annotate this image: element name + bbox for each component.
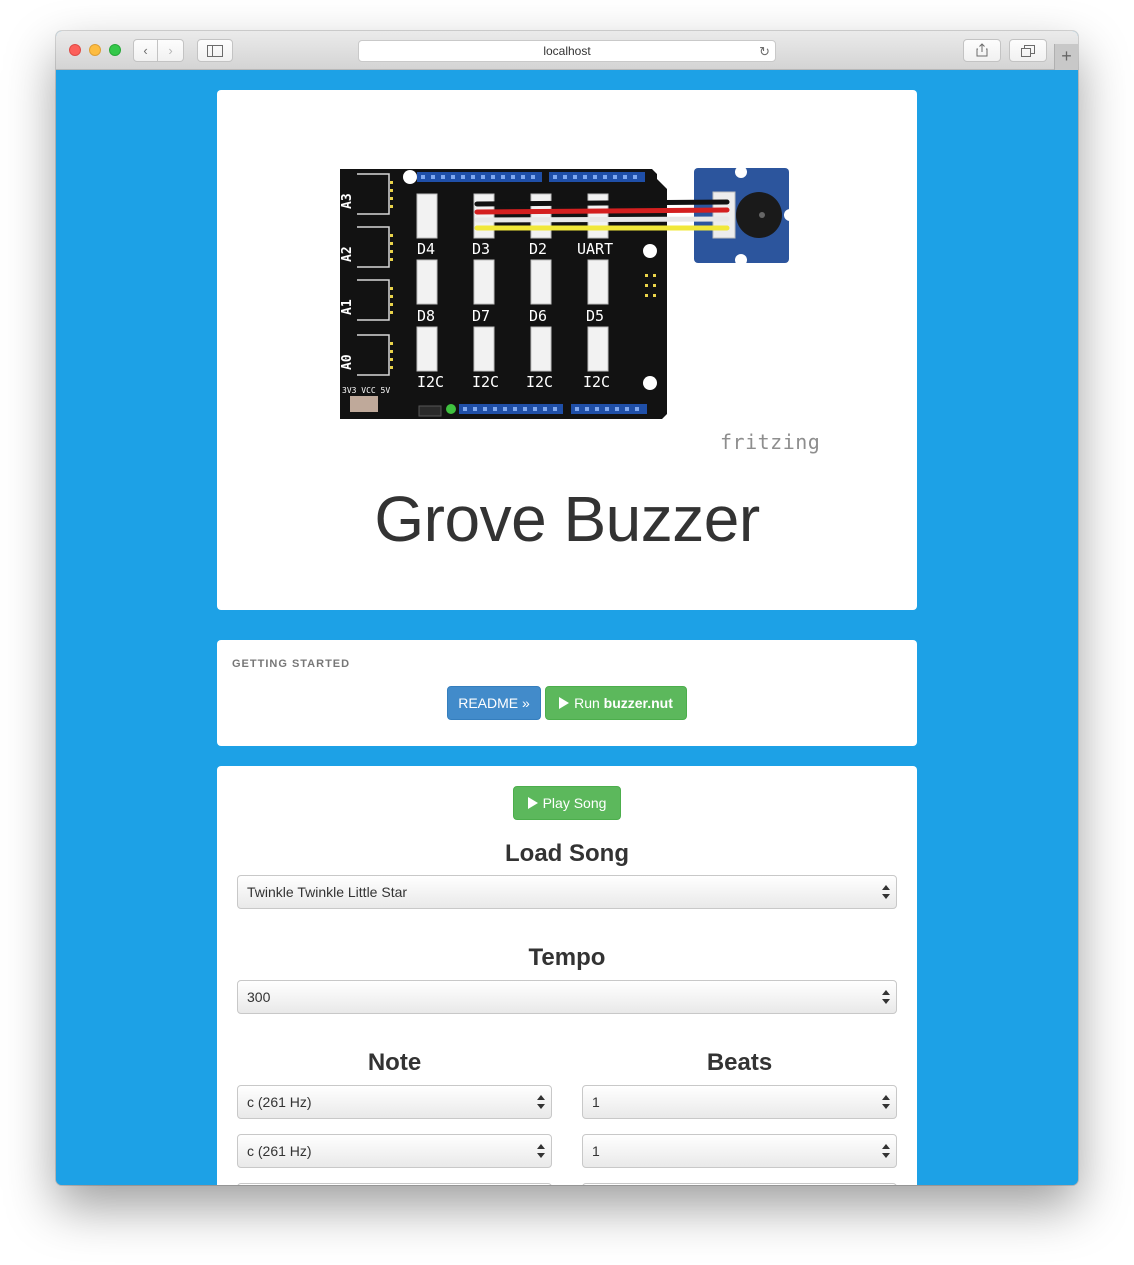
song-controls-card: Play Song Load Song Twinkle Twinkle Litt… bbox=[217, 766, 917, 1185]
beats-title: Beats bbox=[706, 1049, 773, 1076]
getting-started-card: GETTING STARTED README » Run buzzer.nut bbox=[217, 640, 917, 746]
note-select-value: c (261 Hz) bbox=[247, 1143, 312, 1159]
port-label-i2c-1: I2C bbox=[417, 373, 444, 391]
readme-button[interactable]: README » bbox=[447, 686, 541, 720]
note-select-2[interactable]: c (261 Hz) bbox=[237, 1134, 552, 1168]
song-select[interactable]: Twinkle Twinkle Little Star bbox=[237, 875, 897, 909]
port-label-d4: D4 bbox=[417, 240, 435, 258]
play-song-button[interactable]: Play Song bbox=[513, 786, 621, 820]
port-label-d5: D5 bbox=[586, 307, 604, 325]
zoom-window-button[interactable] bbox=[109, 44, 121, 56]
beats-select-value: 1 bbox=[592, 1143, 600, 1159]
run-script-button[interactable]: Run buzzer.nut bbox=[545, 686, 687, 720]
analog-label-a0: A0 bbox=[340, 354, 355, 370]
beats-select-2[interactable]: 1 bbox=[582, 1134, 897, 1168]
play-icon bbox=[559, 697, 570, 709]
browser-window: ‹ › localhost ↻ + A3 A2 A1 A0 3V3 VCC 5V… bbox=[56, 31, 1078, 1185]
run-label: Run bbox=[574, 695, 600, 711]
play-icon bbox=[527, 797, 538, 809]
analog-label-a3: A3 bbox=[340, 193, 355, 209]
note-select-value: c (261 Hz) bbox=[247, 1094, 312, 1110]
reload-icon[interactable]: ↻ bbox=[759, 41, 770, 62]
port-label-d3: D3 bbox=[472, 240, 490, 258]
beats-select-value: 1 bbox=[592, 1094, 600, 1110]
port-label-d2: D2 bbox=[529, 240, 547, 258]
port-label-i2c-4: I2C bbox=[583, 373, 610, 391]
fritzing-watermark: fritzing bbox=[720, 430, 821, 454]
select-arrows-icon bbox=[882, 1095, 890, 1111]
tabs-overview-icon[interactable] bbox=[1009, 39, 1047, 62]
hero-card: A3 A2 A1 A0 3V3 VCC 5V D4 D3 D2 UART D8 … bbox=[217, 90, 917, 610]
analog-label-a2: A2 bbox=[340, 246, 355, 262]
page-content: A3 A2 A1 A0 3V3 VCC 5V D4 D3 D2 UART D8 … bbox=[56, 71, 1078, 1185]
port-label-i2c-3: I2C bbox=[526, 373, 553, 391]
page-title: Grove Buzzer bbox=[374, 483, 760, 555]
power-label: 3V3 VCC 5V bbox=[342, 386, 390, 395]
title-bar: ‹ › localhost ↻ + bbox=[56, 31, 1078, 70]
grove-board-diagram: A3 A2 A1 A0 3V3 VCC 5V D4 D3 D2 UART D8 … bbox=[340, 166, 796, 419]
port-label-d8: D8 bbox=[417, 307, 435, 325]
getting-started-heading: GETTING STARTED bbox=[232, 658, 351, 670]
port-label-d6: D6 bbox=[529, 307, 547, 325]
beats-select-1[interactable]: 1 bbox=[582, 1085, 897, 1119]
address-bar[interactable]: localhost ↻ bbox=[358, 40, 776, 62]
tempo-title: Tempo bbox=[528, 944, 606, 971]
beats-select-3[interactable] bbox=[582, 1183, 897, 1185]
url-text: localhost bbox=[543, 44, 591, 58]
new-tab-button[interactable]: + bbox=[1054, 44, 1078, 70]
run-file-name: buzzer.nut bbox=[603, 695, 673, 711]
note-title: Note bbox=[367, 1049, 422, 1076]
load-song-title: Load Song bbox=[505, 840, 629, 867]
note-select-1[interactable]: c (261 Hz) bbox=[237, 1085, 552, 1119]
tempo-select[interactable]: 300 bbox=[237, 980, 897, 1014]
minimize-window-button[interactable] bbox=[89, 44, 101, 56]
select-arrows-icon bbox=[882, 885, 890, 901]
close-window-button[interactable] bbox=[69, 44, 81, 56]
forward-icon[interactable]: › bbox=[158, 39, 184, 62]
analog-label-a1: A1 bbox=[340, 299, 355, 315]
share-icon[interactable] bbox=[963, 39, 1001, 62]
port-label-uart: UART bbox=[577, 240, 613, 258]
port-label-i2c-2: I2C bbox=[472, 373, 499, 391]
select-arrows-icon bbox=[882, 990, 890, 1006]
note-select-3[interactable] bbox=[237, 1183, 552, 1185]
play-song-label: Play Song bbox=[542, 795, 607, 811]
select-arrows-icon bbox=[537, 1144, 545, 1160]
tempo-select-value: 300 bbox=[247, 989, 271, 1005]
back-icon[interactable]: ‹ bbox=[133, 39, 158, 62]
port-label-d7: D7 bbox=[472, 307, 490, 325]
select-arrows-icon bbox=[537, 1095, 545, 1111]
song-select-value: Twinkle Twinkle Little Star bbox=[247, 884, 408, 900]
sidebar-icon[interactable] bbox=[197, 39, 233, 62]
select-arrows-icon bbox=[882, 1144, 890, 1160]
